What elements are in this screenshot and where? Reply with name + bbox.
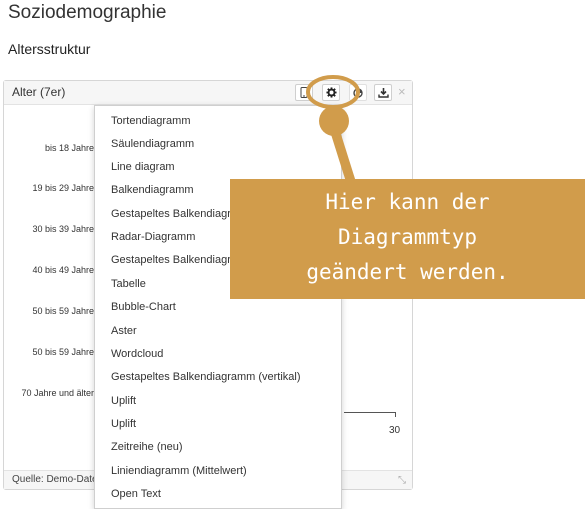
callout-box: Hier kann der Diagrammtyp geändert werde… (230, 179, 585, 299)
callout-line: geändert werden. (306, 260, 509, 284)
callout-line: Hier kann der (325, 190, 490, 214)
callout-line: Diagrammtyp (337, 225, 478, 249)
